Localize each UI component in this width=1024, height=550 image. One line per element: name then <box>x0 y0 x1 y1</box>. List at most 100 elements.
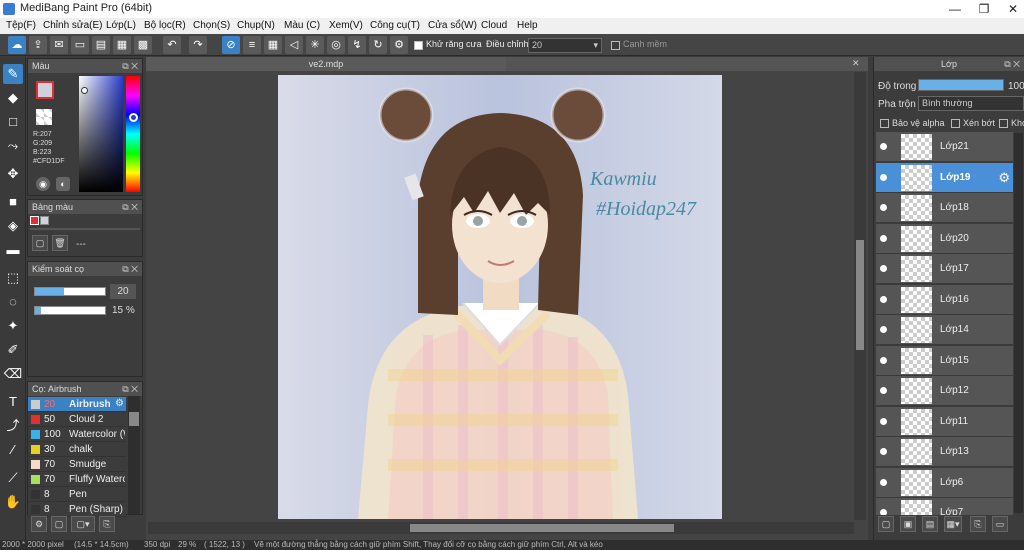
tiles-icon[interactable]: ▩ <box>134 36 152 54</box>
layer-item[interactable]: Lớp13 <box>876 437 1013 467</box>
brush-item[interactable]: 8 Pen (Sharp) <box>28 502 126 517</box>
eye-icon[interactable] <box>880 448 887 455</box>
layer-item[interactable]: Lớp16 <box>876 284 1013 315</box>
eye-icon[interactable] <box>880 417 887 425</box>
brush-tool-icon[interactable]: ✎ <box>3 64 23 84</box>
color-cursor[interactable] <box>81 87 88 94</box>
layer-item[interactable]: Lớp11 <box>876 406 1013 437</box>
canvas-vertical-scrollbar[interactable] <box>854 72 866 520</box>
circle-snap-icon[interactable]: ◎ <box>327 36 345 54</box>
panel-controls-icon[interactable]: ⧉ ✕ <box>122 200 138 214</box>
antialias-checkbox[interactable] <box>414 41 423 50</box>
eye-icon[interactable] <box>880 478 887 486</box>
menu-select[interactable]: Chọn(S) <box>193 20 230 31</box>
panel-controls-icon[interactable]: ⧉ ✕ <box>122 382 138 396</box>
brush-size-slider[interactable] <box>34 287 106 296</box>
eye-icon[interactable] <box>880 173 887 181</box>
color-picker-icon[interactable]: ◐ <box>56 177 70 191</box>
eye-icon[interactable] <box>880 356 887 364</box>
eye-icon[interactable] <box>880 265 887 272</box>
new-halftone-layer-icon[interactable]: ▣ <box>900 516 916 532</box>
new-layer-icon[interactable]: ▢ <box>878 516 894 532</box>
perspective-snap-icon[interactable]: ◁ <box>285 36 303 54</box>
brush-size-value[interactable]: 20 <box>110 284 136 299</box>
hue-handle[interactable] <box>129 113 138 122</box>
hand-tool-icon[interactable]: ✋ <box>3 492 23 512</box>
new-brush-icon[interactable]: ▢ <box>51 516 67 532</box>
eye-icon[interactable] <box>880 143 887 150</box>
menu-file[interactable]: Tệp(F) <box>6 20 36 31</box>
curve-tool-icon[interactable]: ⤳ <box>3 136 23 156</box>
select-eraser-icon[interactable]: ⌫ <box>3 364 23 384</box>
panel-controls-icon[interactable]: ⧉ ✕ <box>1004 57 1020 71</box>
brush-item[interactable]: 100 Watercolor (W <box>28 427 126 442</box>
magic-wand-icon[interactable]: ✦ <box>3 316 23 336</box>
canvas-hscroll-thumb[interactable] <box>410 524 674 532</box>
brush-item[interactable]: 30 chalk <box>28 442 126 457</box>
layer-item[interactable]: Lớp19 ⚙ <box>876 162 1013 193</box>
gradient-tool-icon[interactable]: ▬ <box>3 240 23 260</box>
document-tab[interactable]: ve2.mdp <box>146 57 506 71</box>
radial-snap-icon[interactable]: ✳ <box>306 36 324 54</box>
layer-item[interactable]: Lớp14 <box>876 315 1013 345</box>
menu-edit[interactable]: Chỉnh sửa(E) <box>43 20 103 31</box>
redo-icon[interactable]: ↷ <box>189 36 207 54</box>
chat-icon[interactable]: ▭ <box>71 36 89 54</box>
grid-doc-icon[interactable]: ▦ <box>113 36 131 54</box>
brush-copy-icon[interactable]: ⎘ <box>99 516 115 532</box>
canvas-vscroll-thumb[interactable] <box>856 240 864 350</box>
menu-cloud[interactable]: Cloud <box>481 20 507 31</box>
fill-tool-icon[interactable]: ◈ <box>3 216 23 236</box>
layer-item[interactable]: Lớp15 <box>876 345 1013 376</box>
brush-item[interactable]: 8 Pen <box>28 487 126 502</box>
move-tool-icon[interactable]: ✥ <box>3 164 23 184</box>
palette-swatch-red[interactable] <box>30 216 39 225</box>
menu-filter[interactable]: Bộ lọc(R) <box>144 20 186 31</box>
text-tool-icon[interactable]: T <box>3 392 23 412</box>
undo-icon[interactable]: ↶ <box>163 36 181 54</box>
artwork-canvas[interactable]: Kawmiu #Hoidap247 <box>278 75 722 519</box>
comment-icon[interactable]: ✉ <box>50 36 68 54</box>
transparent-swatch[interactable] <box>36 109 52 125</box>
blend-mode-select[interactable]: Bình thường <box>918 96 1024 111</box>
snap-off-icon[interactable]: ⊘ <box>222 36 240 54</box>
eye-icon[interactable] <box>880 509 887 515</box>
copy-layer-icon[interactable]: ⎘ <box>970 516 986 532</box>
gear-icon[interactable]: ⚙ <box>115 398 124 409</box>
share-icon[interactable]: ⇪ <box>29 36 47 54</box>
parallel-snap-icon[interactable]: ≡ <box>243 36 261 54</box>
panel-controls-icon[interactable]: ⧉ ✕ <box>122 262 138 276</box>
lasso-tool-icon[interactable]: ◌ <box>3 292 23 312</box>
select-tool-icon[interactable]: ⬚ <box>3 268 23 288</box>
curve-snap-icon[interactable]: ↯ <box>348 36 366 54</box>
brush-item[interactable]: 70 Smudge <box>28 457 126 472</box>
clipping-checkbox[interactable] <box>951 119 960 128</box>
operation-tool-icon[interactable]: ⤴ <box>3 416 23 436</box>
layer-item[interactable]: Lớp7 <box>876 498 1013 515</box>
brush-item[interactable]: 50 Cloud 2 <box>28 412 126 427</box>
eye-icon[interactable] <box>880 295 887 303</box>
folder-icon[interactable]: ▭ <box>992 516 1008 532</box>
menu-tools[interactable]: Công cụ(T) <box>370 20 420 31</box>
eye-icon[interactable] <box>880 326 887 333</box>
document-icon[interactable]: ▤ <box>92 36 110 54</box>
eye-icon[interactable] <box>880 204 887 211</box>
gear-icon[interactable]: ⚙ <box>998 170 1010 186</box>
menu-layer[interactable]: Lớp(L) <box>106 20 136 31</box>
select-pen-icon[interactable]: ✐ <box>3 340 23 360</box>
menu-color[interactable]: Màu (C) <box>284 20 320 31</box>
settings-snap-icon[interactable]: ⚙ <box>390 36 408 54</box>
canvas-horizontal-scrollbar[interactable] <box>148 522 854 534</box>
menu-window[interactable]: Cửa sổ(W) <box>428 20 477 31</box>
layer-item[interactable]: Lớp18 <box>876 193 1013 223</box>
add-brush-icon[interactable]: ▢▾ <box>71 516 95 532</box>
eye-icon[interactable] <box>880 387 887 394</box>
grid-snap-icon[interactable]: ▦ <box>264 36 282 54</box>
layer-item[interactable]: Lớp6 <box>876 467 1013 498</box>
dot-tool-icon[interactable]: □ <box>3 112 23 132</box>
palette-swatch-gray[interactable] <box>40 216 49 225</box>
delete-palette-icon[interactable]: 🗑 <box>52 235 68 251</box>
brush-opacity-slider[interactable] <box>34 306 106 315</box>
document-close-icon[interactable]: ✕ <box>852 58 860 69</box>
shape-tool-icon[interactable]: ■ <box>3 192 23 212</box>
